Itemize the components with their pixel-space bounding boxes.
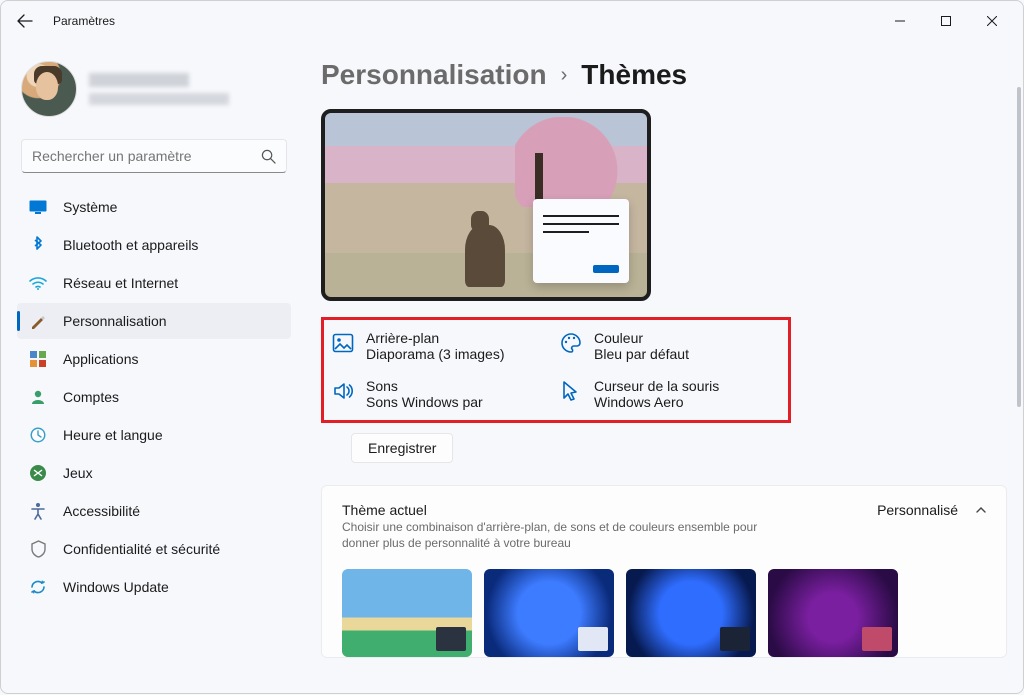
nav-label: Confidentialité et sécurité [63,541,220,557]
bluetooth-icon [29,236,47,254]
preview-window-card [533,199,629,283]
breadcrumb: Personnalisation › Thèmes [321,51,1007,109]
preview-deer [465,225,505,287]
gaming-icon [29,464,47,482]
prop-title: Couleur [594,330,689,346]
avatar [21,61,77,117]
nav-label: Jeux [63,465,93,481]
palette-icon [560,332,582,354]
nav-item-accessibility[interactable]: Accessibilité [17,493,291,529]
theme-thumbnail-1[interactable] [342,569,472,657]
search-input[interactable] [32,148,261,164]
network-icon [29,274,47,292]
sidebar: Système Bluetooth et appareils Réseau et… [1,41,301,695]
window-title: Paramètres [53,14,115,28]
theme-color-link[interactable]: CouleurBleu par défaut [560,330,776,362]
prop-value: Sons Windows par [366,394,483,410]
nav-label: Personnalisation [63,313,167,329]
account-email [89,93,229,105]
prop-value: Diaporama (3 images) [366,346,505,362]
prop-title: Arrière-plan [366,330,505,346]
nav-item-gaming[interactable]: Jeux [17,455,291,491]
search-icon [261,149,276,164]
nav-label: Comptes [63,389,119,405]
nav-item-system[interactable]: Système [17,189,291,225]
titlebar: Paramètres [1,1,1023,41]
current-theme-expander[interactable]: Thème actuel Choisir une combinaison d'a… [321,485,1007,658]
nav-label: Heure et langue [63,427,163,443]
theme-properties-grid: Arrière-planDiaporama (3 images) Couleur… [321,317,791,423]
theme-cursor-link[interactable]: Curseur de la sourisWindows Aero [560,378,776,410]
nav-item-apps[interactable]: Applications [17,341,291,377]
nav-item-privacy[interactable]: Confidentialité et sécurité [17,531,291,567]
minimize-icon [895,16,905,26]
theme-thumbnail-4[interactable] [768,569,898,657]
chevron-right-icon: › [561,64,568,87]
account-name [89,73,189,87]
nav-label: Accessibilité [63,503,140,519]
expander-title: Thème actuel [342,502,762,518]
preview-tree [515,117,635,207]
search-box[interactable] [21,139,287,173]
close-icon [987,16,997,26]
account-block[interactable] [17,51,291,133]
maximize-icon [941,16,951,26]
expander-description: Choisir une combinaison d'arrière-plan, … [342,520,762,551]
prop-title: Sons [366,378,483,394]
theme-thumbnail-2[interactable] [484,569,614,657]
accounts-icon [29,388,47,406]
breadcrumb-parent[interactable]: Personnalisation [321,59,547,91]
scrollbar[interactable] [1017,87,1021,407]
prop-title: Curseur de la souris [594,378,719,394]
breadcrumb-current: Thèmes [581,59,687,91]
nav-item-bluetooth[interactable]: Bluetooth et appareils [17,227,291,263]
maximize-button[interactable] [923,5,969,37]
nav-item-network[interactable]: Réseau et Internet [17,265,291,301]
arrow-left-icon [17,13,33,29]
time-icon [29,426,47,444]
window-controls [877,5,1015,37]
theme-thumbnails [342,569,988,657]
accessibility-icon [29,502,47,520]
account-text [89,73,283,105]
privacy-icon [29,540,47,558]
nav-list: Système Bluetooth et appareils Réseau et… [17,189,291,605]
close-button[interactable] [969,5,1015,37]
system-icon [29,198,47,216]
main-panel: Personnalisation › Thèmes Arrière-planDi… [301,41,1023,695]
nav-item-personalization[interactable]: Personnalisation [17,303,291,339]
nav-label: Applications [63,351,139,367]
apps-icon [29,350,47,368]
minimize-button[interactable] [877,5,923,37]
prop-value: Bleu par défaut [594,346,689,362]
personalization-icon [29,312,47,330]
back-button[interactable] [9,5,41,37]
save-button[interactable]: Enregistrer [351,433,453,463]
expander-value: Personnalisé [877,502,958,518]
theme-preview [321,109,651,301]
picture-icon [332,332,354,354]
nav-label: Système [63,199,117,215]
nav-label: Réseau et Internet [63,275,178,291]
preview-accent-button [593,265,619,273]
prop-value: Windows Aero [594,394,719,410]
cursor-icon [560,380,582,402]
nav-item-time[interactable]: Heure et langue [17,417,291,453]
nav-label: Windows Update [63,579,169,595]
theme-thumbnail-3[interactable] [626,569,756,657]
nav-label: Bluetooth et appareils [63,237,198,253]
update-icon [29,578,47,596]
theme-background-link[interactable]: Arrière-planDiaporama (3 images) [332,330,548,362]
nav-item-accounts[interactable]: Comptes [17,379,291,415]
theme-sounds-link[interactable]: SonsSons Windows par [332,378,548,410]
chevron-up-icon [974,503,988,517]
nav-item-update[interactable]: Windows Update [17,569,291,605]
speaker-icon [332,380,354,402]
